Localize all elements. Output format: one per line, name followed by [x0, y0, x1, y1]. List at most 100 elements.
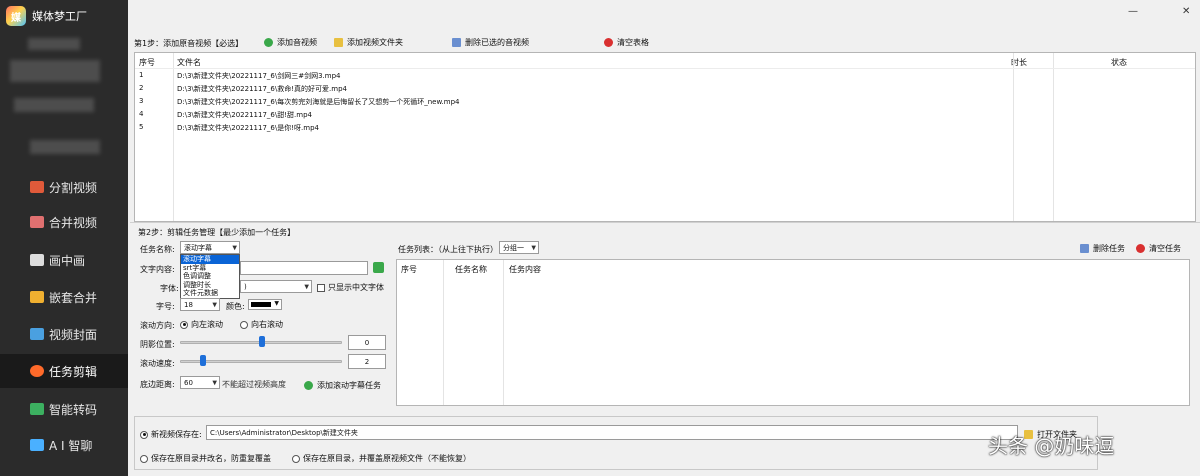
radio-dot — [140, 454, 148, 463]
column-header-name[interactable]: 文件名 — [177, 57, 201, 68]
column-header-task-content[interactable]: 任务内容 — [509, 264, 541, 275]
radio-label: 保存在原目录并改名，防重复覆盖 — [151, 454, 271, 463]
chevron-down-icon: ▼ — [274, 300, 279, 307]
row-filename: D:\3\新建文件夹\20221117_6\每次剪完刘海就是后悔留长了又想剪一个… — [177, 98, 460, 106]
task-name-select[interactable]: 滚动字幕 ▼ — [180, 241, 240, 254]
font-size-select[interactable]: 18 ▼ — [180, 298, 220, 311]
header-divider — [135, 68, 1195, 69]
button-label: 添加滚动字幕任务 — [317, 381, 381, 390]
font-size-label: 字号: — [156, 302, 175, 311]
table-row[interactable]: 5 D:\3\新建文件夹\20221117_6\是你!呀.mp4 — [135, 123, 1195, 135]
delete-file-icon — [452, 38, 461, 47]
clear-icon — [1136, 244, 1145, 253]
table-row[interactable]: 2 D:\3\新建文件夹\20221117_6\救命!真的好可爱.mp4 — [135, 84, 1195, 96]
dropdown-option[interactable]: 文件元数据 — [181, 289, 239, 298]
checkbox-label: 只显示中文字体 — [328, 283, 384, 292]
clear-table-button[interactable]: 清空表格 — [604, 37, 649, 48]
shadow-value-box[interactable]: 0 — [348, 335, 386, 350]
sidebar-item-pip[interactable]: 画中画 — [0, 243, 128, 277]
row-filename: D:\3\新建文件夹\20221117_6\是你!呀.mp4 — [177, 124, 319, 132]
button-label: 删除任务 — [1093, 244, 1125, 253]
checkbox-box — [317, 283, 325, 292]
row-filename: D:\3\新建文件夹\20221117_6\甜!甜.mp4 — [177, 111, 312, 119]
dropdown-option[interactable]: 调整时长 — [181, 281, 239, 290]
dropdown-option[interactable]: 滚动字幕 — [181, 255, 239, 264]
section-divider — [130, 222, 1200, 223]
scroll-right-radio[interactable]: 向右滚动 — [240, 319, 283, 330]
new-save-radio[interactable]: 新视频保存在: — [140, 429, 202, 440]
column-header-no[interactable]: 序号 — [401, 264, 417, 275]
speed-value-box[interactable]: 2 — [348, 354, 386, 369]
redacted-block — [14, 98, 94, 112]
chevron-down-icon: ▼ — [531, 244, 536, 251]
add-folder-button[interactable]: 添加视频文件夹 — [334, 37, 403, 48]
sidebar-item-transcode[interactable]: 智能转码 — [0, 392, 128, 426]
delete-task-button[interactable]: 删除任务 — [1080, 243, 1125, 254]
font-select[interactable]: ) ▼ — [240, 280, 312, 293]
table-row[interactable]: 1 D:\3\新建文件夹\20221117_6\剑网三#剑网3.mp4 — [135, 71, 1195, 83]
bottom-distance-value: 60 — [184, 378, 193, 387]
radio-dot — [240, 320, 248, 329]
clear-icon — [604, 38, 613, 47]
save-path-input[interactable]: C:\Users\Administrator\Desktop\新建文件夹 — [206, 425, 1018, 440]
speed-slider-thumb[interactable] — [200, 355, 206, 366]
table-row[interactable]: 3 D:\3\新建文件夹\20221117_6\每次剪完刘海就是后悔留长了又想剪… — [135, 97, 1195, 109]
button-label: 清空任务 — [1149, 244, 1181, 253]
dropdown-option[interactable]: srt字幕 — [181, 264, 239, 273]
row-no: 2 — [139, 84, 144, 92]
column-header-status[interactable]: 状态 — [1111, 57, 1127, 68]
font-value: ) — [244, 282, 247, 291]
color-picker[interactable]: ▼ — [248, 299, 282, 310]
bottom-distance-hint: 不能超过视频高度 — [222, 380, 286, 389]
column-header-task-name[interactable]: 任务名称 — [455, 264, 487, 275]
redacted-block — [28, 38, 80, 50]
task-list-label: 任务列表：（从上往下执行） — [398, 245, 498, 254]
text-content-input[interactable] — [240, 261, 368, 275]
task-name-dropdown[interactable]: 滚动字幕 srt字幕 色调调整 调整时长 文件元数据 — [180, 254, 240, 299]
merge-icon — [30, 216, 44, 228]
only-chinese-checkbox[interactable]: 只显示中文字体 — [317, 282, 384, 293]
sidebar-item-label: 智能转码 — [49, 402, 98, 417]
delete-file-icon — [1080, 244, 1089, 253]
shadow-slider-thumb[interactable] — [259, 336, 265, 347]
column-header-no[interactable]: 序号 — [139, 57, 155, 68]
transcode-icon — [30, 403, 44, 415]
bottom-distance-select[interactable]: 60 ▼ — [180, 376, 220, 389]
text-edit-icon[interactable] — [373, 262, 384, 273]
group-select[interactable]: 分组一 ▼ — [499, 241, 539, 254]
sidebar-item-split[interactable]: 分割视频 — [0, 170, 128, 204]
clear-tasks-button[interactable]: 清空任务 — [1136, 243, 1181, 254]
sidebar-item-ai-chat[interactable]: A I 智聊 — [0, 428, 128, 462]
sidebar-item-cover[interactable]: 视频封面 — [0, 317, 128, 351]
add-video-button[interactable]: 添加音视频 — [264, 37, 317, 48]
close-button[interactable]: ✕ — [1182, 6, 1190, 17]
sidebar-item-label: 视频封面 — [49, 327, 98, 342]
shadow-label: 阴影位置: — [140, 340, 175, 349]
column-divider — [503, 260, 504, 405]
scroll-direction-label: 滚动方向: — [140, 321, 175, 330]
radio-dot — [140, 430, 148, 439]
sidebar-item-merge[interactable]: 合并视频 — [0, 205, 128, 239]
same-dir-rename-radio[interactable]: 保存在原目录并改名，防重复覆盖 — [140, 453, 271, 464]
sidebar-item-label: 分割视频 — [49, 180, 98, 195]
font-size-value: 18 — [184, 300, 193, 309]
add-scroll-task-button[interactable]: 添加滚动字幕任务 — [304, 380, 381, 391]
sidebar-item-task-edit[interactable]: 任务剪辑 — [0, 354, 128, 388]
app-title: 媒体梦工厂 — [32, 10, 87, 23]
scroll-left-radio[interactable]: 向左滚动 — [180, 319, 223, 330]
split-icon — [30, 181, 44, 193]
sidebar-item-label: 嵌套合并 — [49, 290, 98, 305]
task-name-label: 任务名称: — [140, 245, 175, 254]
sidebar-item-nest[interactable]: 嵌套合并 — [0, 280, 128, 314]
row-no: 1 — [139, 71, 144, 79]
delete-selected-button[interactable]: 删除已选的音视频 — [452, 37, 529, 48]
app-window: 媒 媒体梦工厂 分割视频 合并视频 画中画 嵌套合并 视频封面 任务剪辑 智能转… — [0, 0, 1200, 476]
file-table[interactable]: 序号 文件名 时长 状态 1 D:\3\新建文件夹\20221117_6\剑网三… — [134, 52, 1196, 222]
dropdown-option[interactable]: 色调调整 — [181, 272, 239, 281]
minimize-button[interactable]: — — [1128, 6, 1138, 17]
table-row[interactable]: 4 D:\3\新建文件夹\20221117_6\甜!甜.mp4 — [135, 110, 1195, 122]
same-dir-overwrite-radio[interactable]: 保存在原目录，并覆盖原视频文件（不能恢复） — [292, 453, 471, 464]
task-table[interactable]: 序号 任务名称 任务内容 — [396, 259, 1190, 406]
logo-icon: 媒 — [6, 6, 26, 26]
chevron-down-icon: ▼ — [232, 244, 237, 251]
